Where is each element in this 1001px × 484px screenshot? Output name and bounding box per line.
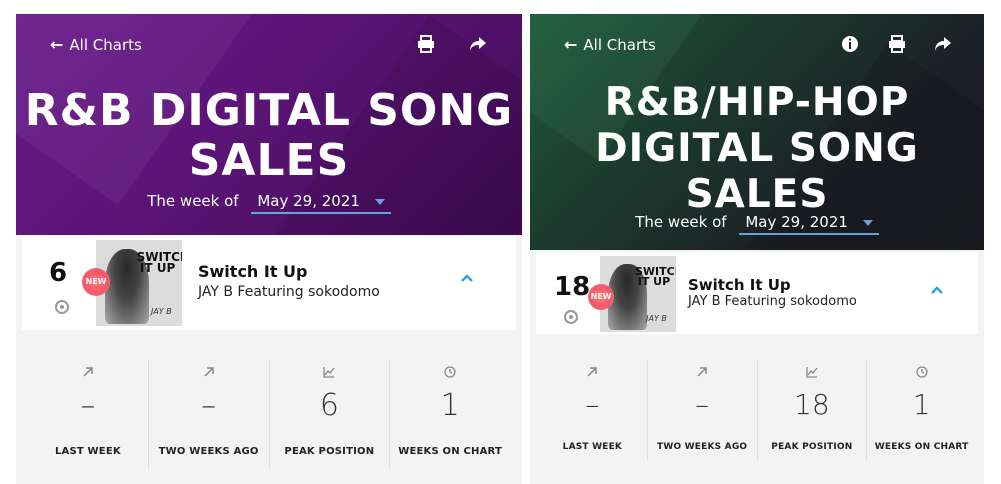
- song-title: Switch It Up: [198, 262, 308, 281]
- week-prefix: The week of: [147, 192, 239, 210]
- share-icon[interactable]: [933, 34, 953, 54]
- chevron-up-icon[interactable]: [929, 282, 945, 298]
- stat-last-week: – LAST WEEK: [538, 360, 648, 460]
- stat-peak-position: 6 PEAK POSITION: [270, 360, 391, 470]
- chart-title: R&B/HIP-HOP DIGITAL SONG SALES: [530, 80, 984, 218]
- all-charts-label: All Charts: [69, 35, 142, 54]
- share-icon[interactable]: [468, 34, 488, 54]
- print-icon[interactable]: [416, 34, 436, 54]
- all-charts-label: All Charts: [583, 35, 656, 54]
- stat-value: 18: [794, 388, 830, 421]
- stat-value: 1: [912, 388, 931, 421]
- chart-header: ← All Charts R&B/HIP-HOP DIGITAL SONG SA…: [530, 14, 984, 250]
- stat-weeks-on-chart: 1 WEEKS ON CHART: [390, 360, 510, 470]
- chart-panel-rnb-digital-song-sales: ← All Charts R&B DIGITAL SONG SALES The …: [16, 14, 522, 484]
- song-artist: JAY B Featuring sokodomo: [688, 294, 857, 309]
- stat-value: –: [80, 388, 96, 423]
- info-icon[interactable]: [840, 34, 860, 54]
- stat-two-weeks-ago: – TWO WEEKS AGO: [648, 360, 758, 460]
- song-title: Switch It Up: [688, 276, 791, 294]
- stat-last-week: – LAST WEEK: [28, 360, 149, 470]
- stat-label: TWO WEEKS AGO: [656, 442, 748, 452]
- week-row: The week of May 29, 2021: [16, 192, 522, 214]
- stat-value: –: [585, 388, 600, 421]
- chart-title-line: R&B/HIP-HOP: [604, 80, 910, 125]
- stat-label: WEEKS ON CHART: [398, 446, 503, 457]
- new-badge: NEW: [82, 268, 110, 296]
- arrow-up-right-icon: [204, 367, 214, 377]
- arrow-left-icon: ←: [50, 35, 64, 54]
- chart-header: ← All Charts R&B DIGITAL SONG SALES The …: [16, 14, 522, 235]
- chart-title-line: SALES: [188, 135, 350, 186]
- arrow-up-right-icon: [587, 367, 598, 377]
- stat-label: LAST WEEK: [54, 446, 121, 457]
- clock-icon: [444, 366, 456, 378]
- stat-two-weeks-ago: – TWO WEEKS AGO: [149, 360, 270, 470]
- cover-signature: JAY B: [150, 306, 172, 316]
- song-artist: JAY B Featuring sokodomo: [198, 284, 380, 300]
- week-row: The week of May 29, 2021: [530, 213, 984, 235]
- stat-label: WEEKS ON CHART: [874, 442, 969, 452]
- new-badge: NEW: [588, 284, 614, 310]
- chart-stats: – LAST WEEK – TWO WEEKS AGO 6 PEAK POSIT…: [28, 360, 510, 470]
- cover-signature: JAY B: [646, 313, 667, 323]
- all-charts-link[interactable]: ← All Charts: [50, 35, 142, 54]
- stat-peak-position: 18 PEAK POSITION: [758, 360, 868, 460]
- week-date-value: May 29, 2021: [745, 213, 848, 231]
- chart-panel-rnb-hiphop-digital-song-sales: ← All Charts R&B/HIP-HOP DIGITAL SONG SA…: [530, 14, 984, 484]
- stat-value: 6: [319, 388, 339, 423]
- new-entry-icon: [564, 310, 578, 324]
- stat-value: –: [201, 388, 217, 423]
- stat-value: 1: [440, 388, 460, 423]
- chart-title-line: DIGITAL SONG: [595, 126, 919, 171]
- stat-label: PEAK POSITION: [771, 442, 853, 452]
- week-date-value: May 29, 2021: [257, 192, 360, 210]
- caret-down-icon: [374, 198, 385, 205]
- clock-icon: [915, 366, 928, 378]
- week-date-select[interactable]: May 29, 2021: [739, 213, 879, 235]
- trend-chart-icon: [806, 367, 818, 378]
- stat-value: –: [695, 388, 710, 421]
- rank-number: 6: [49, 258, 68, 288]
- arrow-up-right-icon: [697, 367, 707, 377]
- chart-title: R&B DIGITAL SONG SALES: [16, 86, 522, 186]
- stat-label: PEAK POSITION: [284, 446, 375, 457]
- chart-entry[interactable]: 6 SWITCH IT UP JAY B NEW Switch It Up JA…: [22, 236, 516, 330]
- trend-chart-icon: [323, 367, 335, 378]
- chart-toolbar: ← All Charts: [16, 30, 522, 58]
- stat-label: LAST WEEK: [562, 442, 623, 452]
- all-charts-link[interactable]: ← All Charts: [564, 35, 656, 54]
- caret-down-icon: [862, 219, 873, 226]
- arrow-left-icon: ←: [564, 35, 578, 54]
- stat-weeks-on-chart: 1 WEEKS ON CHART: [867, 360, 976, 460]
- week-prefix: The week of: [635, 213, 727, 231]
- cover-title-text: SWITCH IT UP: [136, 250, 182, 276]
- new-entry-icon: [55, 300, 69, 314]
- chart-stats: – LAST WEEK – TWO WEEKS AGO 18 PEAK POSI…: [538, 360, 976, 460]
- chart-toolbar: ← All Charts: [530, 30, 984, 58]
- stat-label: TWO WEEKS AGO: [158, 446, 259, 457]
- chevron-up-icon[interactable]: [459, 270, 475, 286]
- rank-number: 18: [554, 272, 591, 302]
- chart-title-line: R&B DIGITAL SONG: [24, 85, 514, 136]
- print-icon[interactable]: [887, 34, 907, 54]
- cover-title-text: SWITCH IT UP: [634, 264, 676, 289]
- arrow-up-right-icon: [83, 367, 93, 377]
- week-date-select[interactable]: May 29, 2021: [251, 192, 391, 214]
- chart-entry[interactable]: 18 SWITCH IT UP JAY B NEW Switch It Up J…: [536, 252, 978, 334]
- chart-title-line: SALES: [685, 172, 829, 217]
